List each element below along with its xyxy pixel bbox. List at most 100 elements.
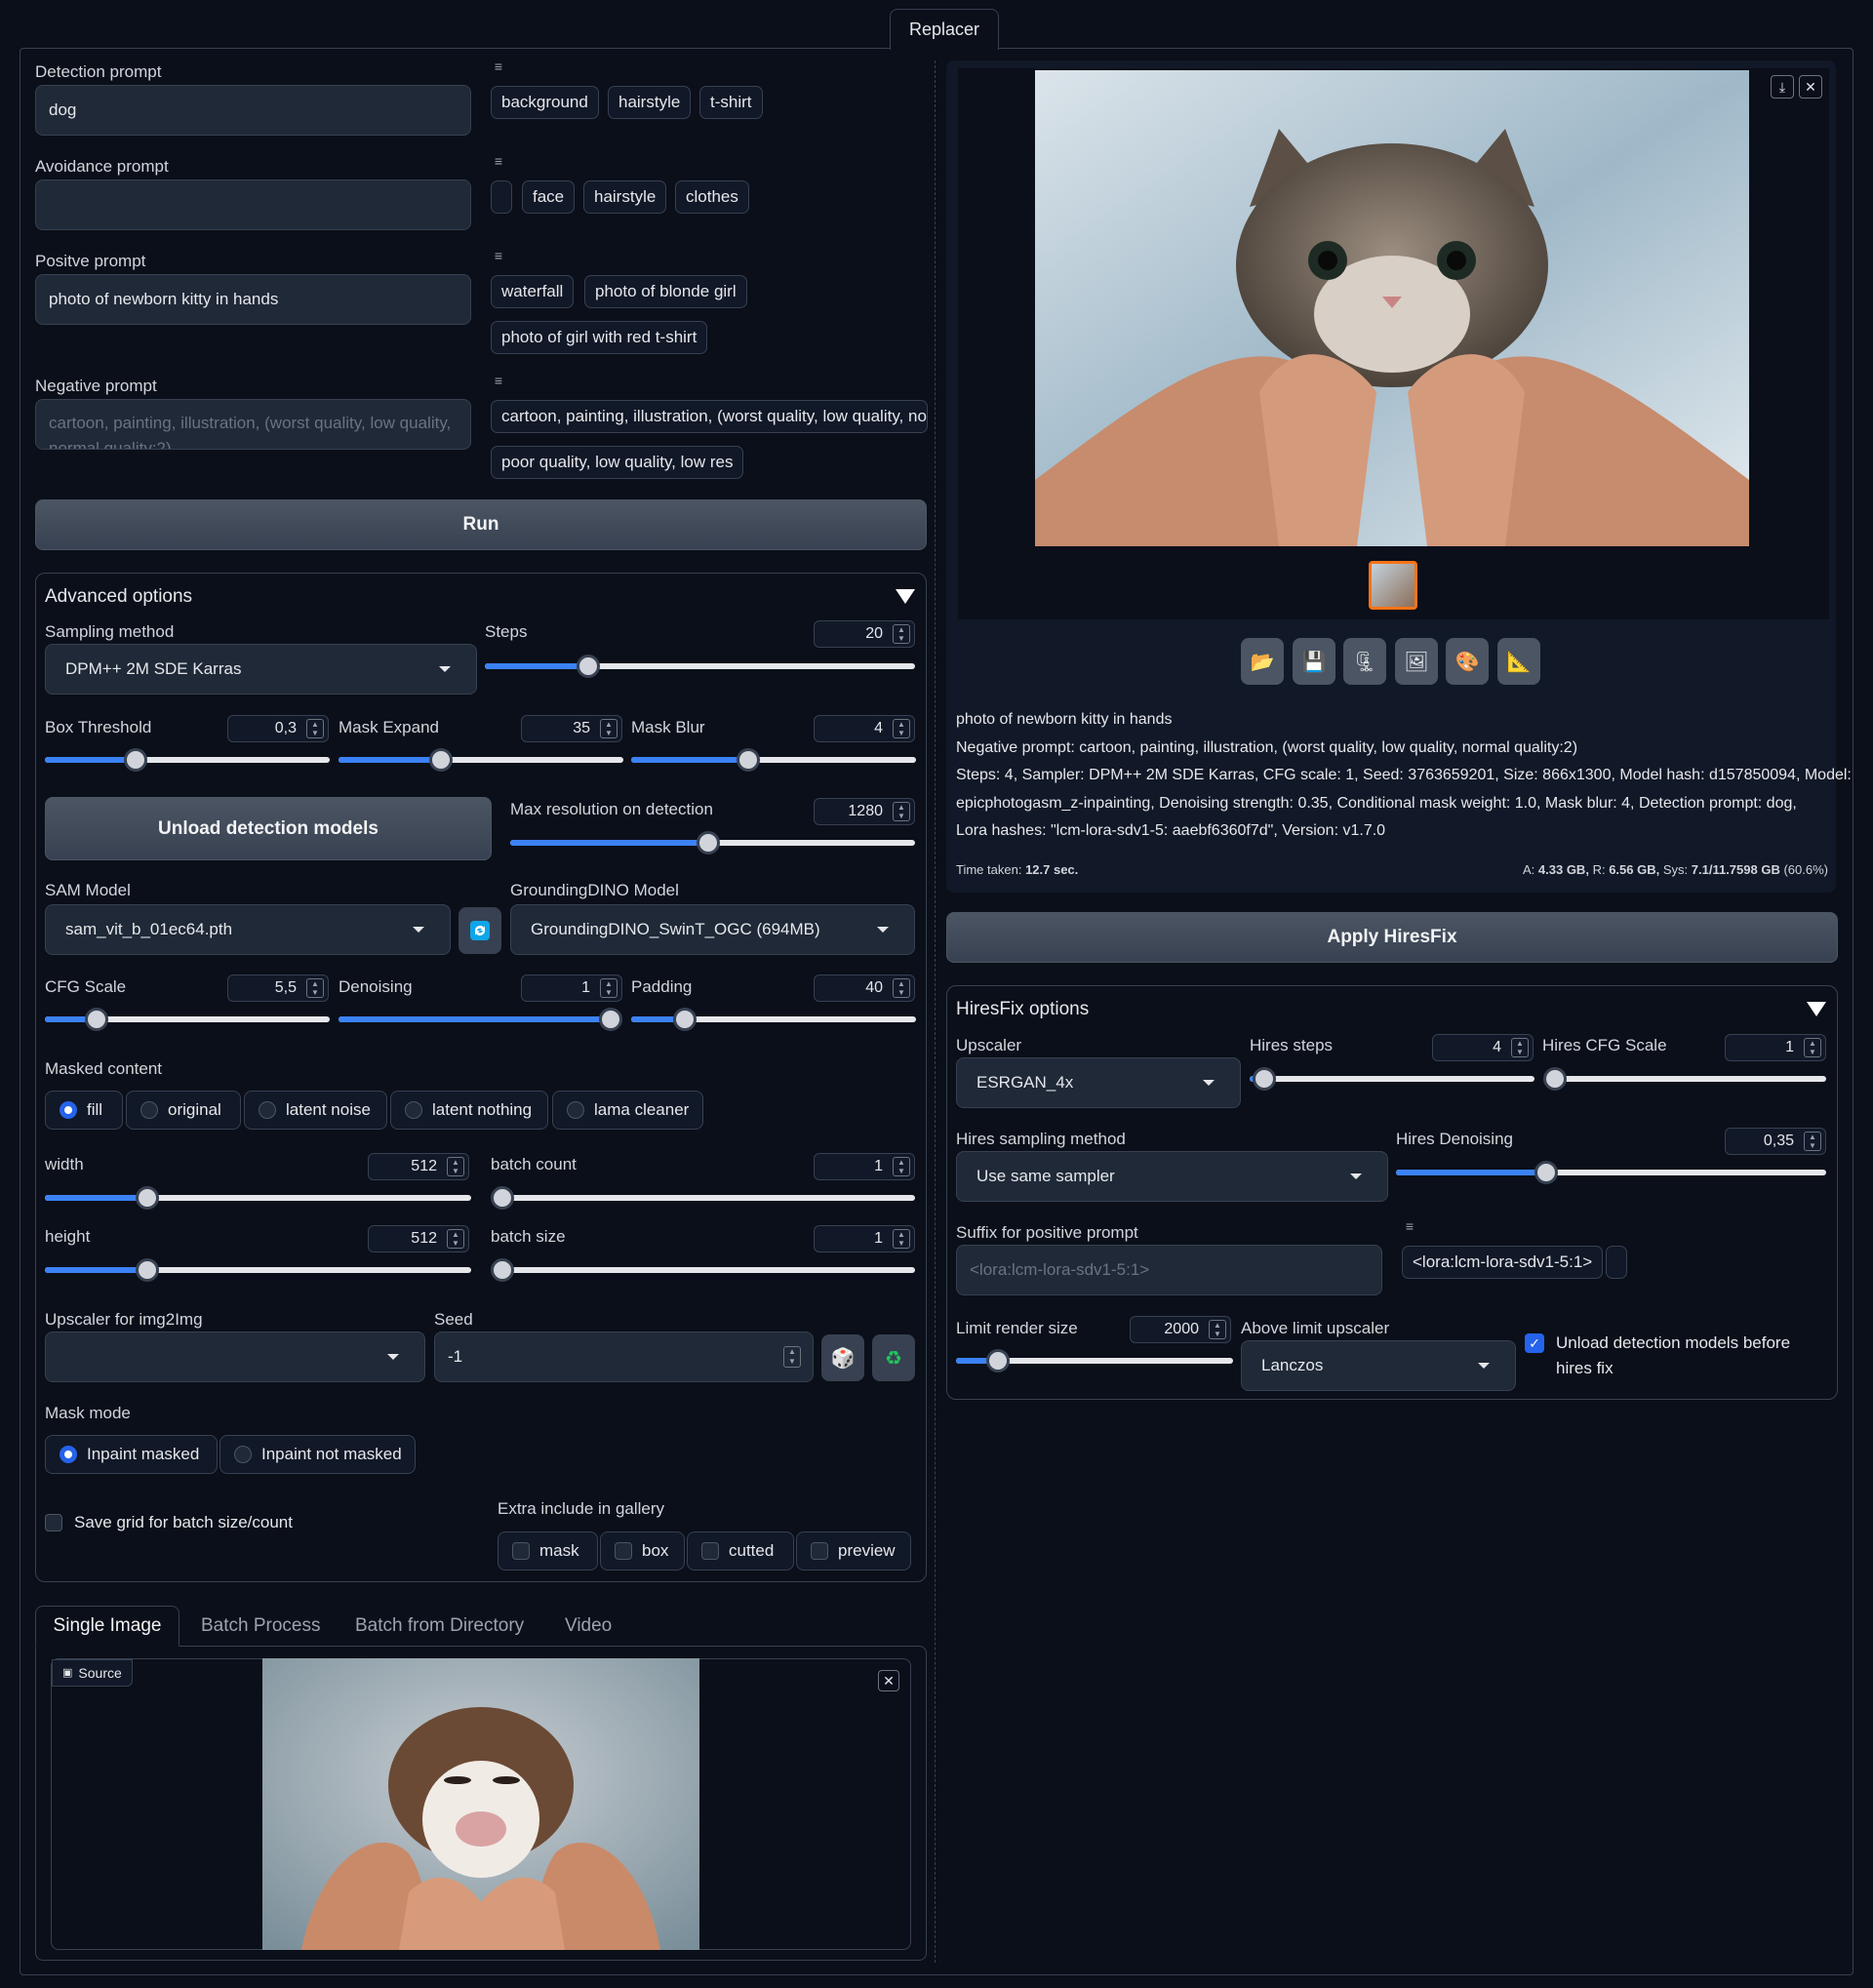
masked-content-original[interactable]: original xyxy=(126,1091,241,1130)
refresh-icon[interactable] xyxy=(458,907,501,954)
stepper-icon[interactable]: ▲ ▼ xyxy=(306,719,324,738)
slider-handle[interactable] xyxy=(985,1349,1010,1372)
suffix-styles-menu-icon[interactable]: ≡ xyxy=(1402,1218,1417,1234)
avoidance-chip[interactable]: face xyxy=(522,180,576,214)
stepper-icon[interactable]: ▲ ▼ xyxy=(893,1229,910,1249)
negative-chip[interactable]: cartoon, painting, illustration, (worst … xyxy=(491,400,928,433)
download-icon[interactable]: ⤓ xyxy=(1771,75,1794,99)
negative-styles-menu-icon[interactable]: ≡ xyxy=(491,373,506,388)
padding-number[interactable]: 40 ▲ ▼ xyxy=(814,974,915,1002)
max-resolution-slider[interactable] xyxy=(510,831,915,855)
ruler-icon[interactable]: 📐 xyxy=(1497,638,1540,685)
detection-input[interactable]: dog xyxy=(35,85,471,136)
image-icon[interactable]: 🖼 xyxy=(1395,638,1438,685)
tab-batch-from-directory[interactable]: Batch from Directory xyxy=(355,1615,524,1637)
avoidance-input[interactable] xyxy=(35,179,471,230)
mask-blur-slider[interactable] xyxy=(631,748,916,772)
hires-sampling-dropdown[interactable]: Use same sampler xyxy=(956,1151,1388,1202)
stepper-icon[interactable]: ▲ ▼ xyxy=(893,624,910,644)
cfg-scale-slider[interactable] xyxy=(45,1008,330,1031)
negative-chip[interactable]: poor quality, low quality, low res xyxy=(491,446,744,479)
suffix-chip-empty[interactable] xyxy=(1606,1246,1627,1279)
gallery-thumbnail[interactable] xyxy=(1369,561,1417,610)
hires-denoising-number[interactable]: 0,35 ▲ ▼ xyxy=(1725,1128,1826,1155)
slider-handle[interactable] xyxy=(84,1008,108,1031)
box-threshold-number[interactable]: 0,3 ▲ ▼ xyxy=(227,715,329,742)
extra-box-checkbox[interactable]: box xyxy=(600,1531,685,1571)
stepper-icon[interactable]: ▲ ▼ xyxy=(447,1229,464,1249)
mask-expand-slider[interactable] xyxy=(339,748,623,772)
limit-render-number[interactable]: 2000 ▲ ▼ xyxy=(1130,1316,1231,1343)
mask-mode-inpaint-masked[interactable]: Inpaint masked xyxy=(45,1435,218,1474)
slider-handle[interactable] xyxy=(491,1258,514,1282)
steps-number[interactable]: 20 ▲ ▼ xyxy=(814,620,915,648)
max-resolution-number[interactable]: 1280 ▲ ▼ xyxy=(814,798,915,825)
suffix-chip[interactable]: <lora:lcm-lora-sdv1-5:1> xyxy=(1402,1246,1604,1279)
collapse-triangle-icon[interactable] xyxy=(896,589,915,604)
close-icon[interactable]: ✕ xyxy=(1799,75,1822,99)
stepper-icon[interactable]: ▲ ▼ xyxy=(1804,1038,1821,1057)
masked-content-latent-noise[interactable]: latent noise xyxy=(244,1091,387,1130)
slider-handle[interactable] xyxy=(599,1008,622,1031)
stepper-icon[interactable]: ▲ ▼ xyxy=(447,1157,464,1176)
slider-handle[interactable] xyxy=(736,748,760,772)
steps-slider[interactable] xyxy=(485,655,915,678)
mask-mode-inpaint-not-masked[interactable]: Inpaint not masked xyxy=(219,1435,416,1474)
limit-render-slider[interactable] xyxy=(956,1349,1233,1372)
positive-styles-menu-icon[interactable]: ≡ xyxy=(491,248,506,263)
cfg-scale-number[interactable]: 5,5 ▲ ▼ xyxy=(227,974,329,1002)
stepper-icon[interactable]: ▲ ▼ xyxy=(1804,1132,1821,1151)
batch-size-slider[interactable] xyxy=(491,1258,915,1282)
collapse-triangle-icon[interactable] xyxy=(1807,1002,1826,1016)
stepper-icon[interactable]: ▲ ▼ xyxy=(783,1346,801,1368)
slider-handle[interactable] xyxy=(135,1186,159,1210)
detection-chip[interactable]: t-shirt xyxy=(699,86,763,119)
negative-input[interactable]: cartoon, painting, illustration, (worst … xyxy=(35,399,471,450)
recycle-icon[interactable]: ♻ xyxy=(872,1334,915,1381)
mask-expand-number[interactable]: 35 ▲ ▼ xyxy=(521,715,622,742)
detection-chip[interactable]: background xyxy=(491,86,599,119)
mask-blur-number[interactable]: 4 ▲ ▼ xyxy=(814,715,915,742)
stepper-icon[interactable]: ▲ ▼ xyxy=(600,978,618,998)
run-button[interactable]: Run xyxy=(35,499,927,550)
box-threshold-slider[interactable] xyxy=(45,748,330,772)
masked-content-lama-cleaner[interactable]: lama cleaner xyxy=(552,1091,703,1130)
detection-chip[interactable]: hairstyle xyxy=(608,86,692,119)
unload-before-hires-checkbox[interactable]: ✓ Unload detection models before hires f… xyxy=(1525,1331,1827,1381)
avoidance-chip[interactable]: clothes xyxy=(675,180,749,214)
hires-denoising-slider[interactable] xyxy=(1396,1161,1826,1184)
above-limit-dropdown[interactable]: Lanczos xyxy=(1241,1340,1516,1391)
slider-handle[interactable] xyxy=(1543,1067,1567,1091)
avoidance-chip[interactable]: hairstyle xyxy=(583,180,667,214)
detection-styles-menu-icon[interactable]: ≡ xyxy=(491,59,506,74)
slider-handle[interactable] xyxy=(576,655,600,678)
stepper-icon[interactable]: ▲ ▼ xyxy=(893,719,910,738)
source-close-icon[interactable]: ✕ xyxy=(878,1670,899,1691)
save-icon[interactable]: 💾 xyxy=(1293,638,1335,685)
hires-steps-number[interactable]: 4 ▲ ▼ xyxy=(1432,1034,1534,1061)
stepper-icon[interactable]: ▲ ▼ xyxy=(600,719,618,738)
masked-content-fill[interactable]: fill xyxy=(45,1091,123,1130)
save-grid-checkbox[interactable]: Save grid for batch size/count xyxy=(45,1513,293,1532)
extra-preview-checkbox[interactable]: preview xyxy=(796,1531,911,1571)
positive-input[interactable]: photo of newborn kitty in hands xyxy=(35,274,471,325)
stepper-icon[interactable]: ▲ ▼ xyxy=(893,802,910,821)
positive-chip[interactable]: waterfall xyxy=(491,275,575,308)
slider-handle[interactable] xyxy=(1252,1067,1276,1091)
width-number[interactable]: 512 ▲ ▼ xyxy=(368,1153,469,1180)
stepper-icon[interactable]: ▲ ▼ xyxy=(1209,1320,1226,1339)
denoising-number[interactable]: 1 ▲ ▼ xyxy=(521,974,622,1002)
upscaler-img2img-dropdown[interactable] xyxy=(45,1332,425,1382)
batch-count-slider[interactable] xyxy=(491,1186,915,1210)
stepper-icon[interactable]: ▲ ▼ xyxy=(1511,1038,1529,1057)
palette-icon[interactable]: 🎨 xyxy=(1446,638,1489,685)
sampling-method-dropdown[interactable]: DPM++ 2M SDE Karras xyxy=(45,644,477,695)
tab-replacer[interactable]: Replacer xyxy=(890,9,999,50)
suffix-input[interactable]: <lora:lcm-lora-sdv1-5:1> xyxy=(956,1245,1382,1295)
avoidance-chip-empty[interactable] xyxy=(491,180,512,214)
hires-cfg-slider[interactable] xyxy=(1543,1067,1826,1091)
positive-chip[interactable]: photo of girl with red t-shirt xyxy=(491,321,708,354)
stepper-icon[interactable]: ▲ ▼ xyxy=(306,978,324,998)
batch-size-number[interactable]: 1 ▲ ▼ xyxy=(814,1225,915,1252)
padding-slider[interactable] xyxy=(631,1008,916,1031)
